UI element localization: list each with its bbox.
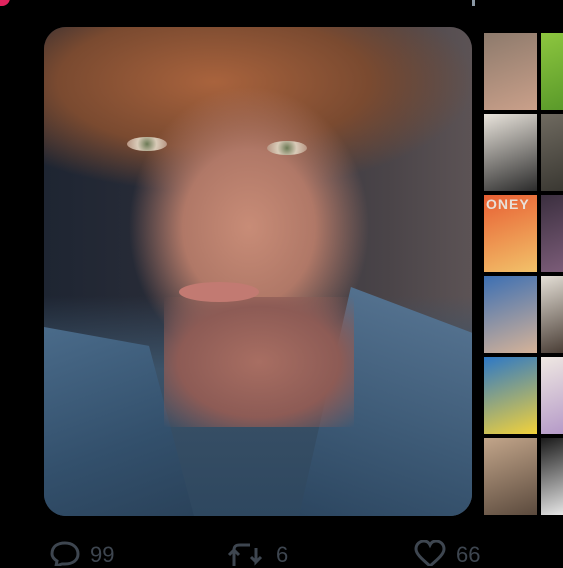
retweet-icon (227, 543, 263, 566)
album-cover-grid[interactable]: ONEY (484, 33, 563, 515)
separator-mark (472, 0, 475, 6)
album-thumbnail[interactable] (541, 195, 563, 272)
album-thumbnail[interactable] (484, 438, 537, 515)
album-thumbnail-label: ONEY (486, 196, 530, 212)
like-count: 66 (456, 542, 481, 567)
tweet-actions: 99 6 66 (0, 540, 563, 567)
album-thumbnail[interactable] (484, 114, 537, 191)
heart-icon (414, 540, 446, 566)
neck (164, 297, 354, 427)
selfie-image (44, 27, 472, 516)
album-thumbnail[interactable] (484, 357, 537, 434)
album-thumbnail[interactable] (541, 33, 563, 110)
tweet-photo[interactable] (44, 27, 472, 516)
album-thumbnail[interactable] (484, 276, 537, 353)
reply-count: 99 (90, 542, 115, 567)
right-eye (267, 141, 307, 155)
notification-dot (0, 0, 10, 6)
album-thumbnail[interactable] (541, 276, 563, 353)
reply-icon (50, 541, 80, 566)
album-thumbnail[interactable]: ONEY (484, 195, 537, 272)
album-thumbnail[interactable] (541, 357, 563, 434)
top-edge (0, 0, 563, 8)
reply-button[interactable]: 99 (48, 540, 115, 567)
left-eye (127, 137, 167, 151)
album-thumbnail[interactable] (484, 33, 537, 110)
retweet-button[interactable]: 6 (226, 540, 289, 567)
like-button[interactable]: 66 (412, 540, 481, 567)
retweet-count: 6 (276, 542, 289, 567)
album-thumbnail[interactable] (541, 114, 563, 191)
album-thumbnail[interactable] (541, 438, 563, 515)
lips (179, 282, 259, 302)
